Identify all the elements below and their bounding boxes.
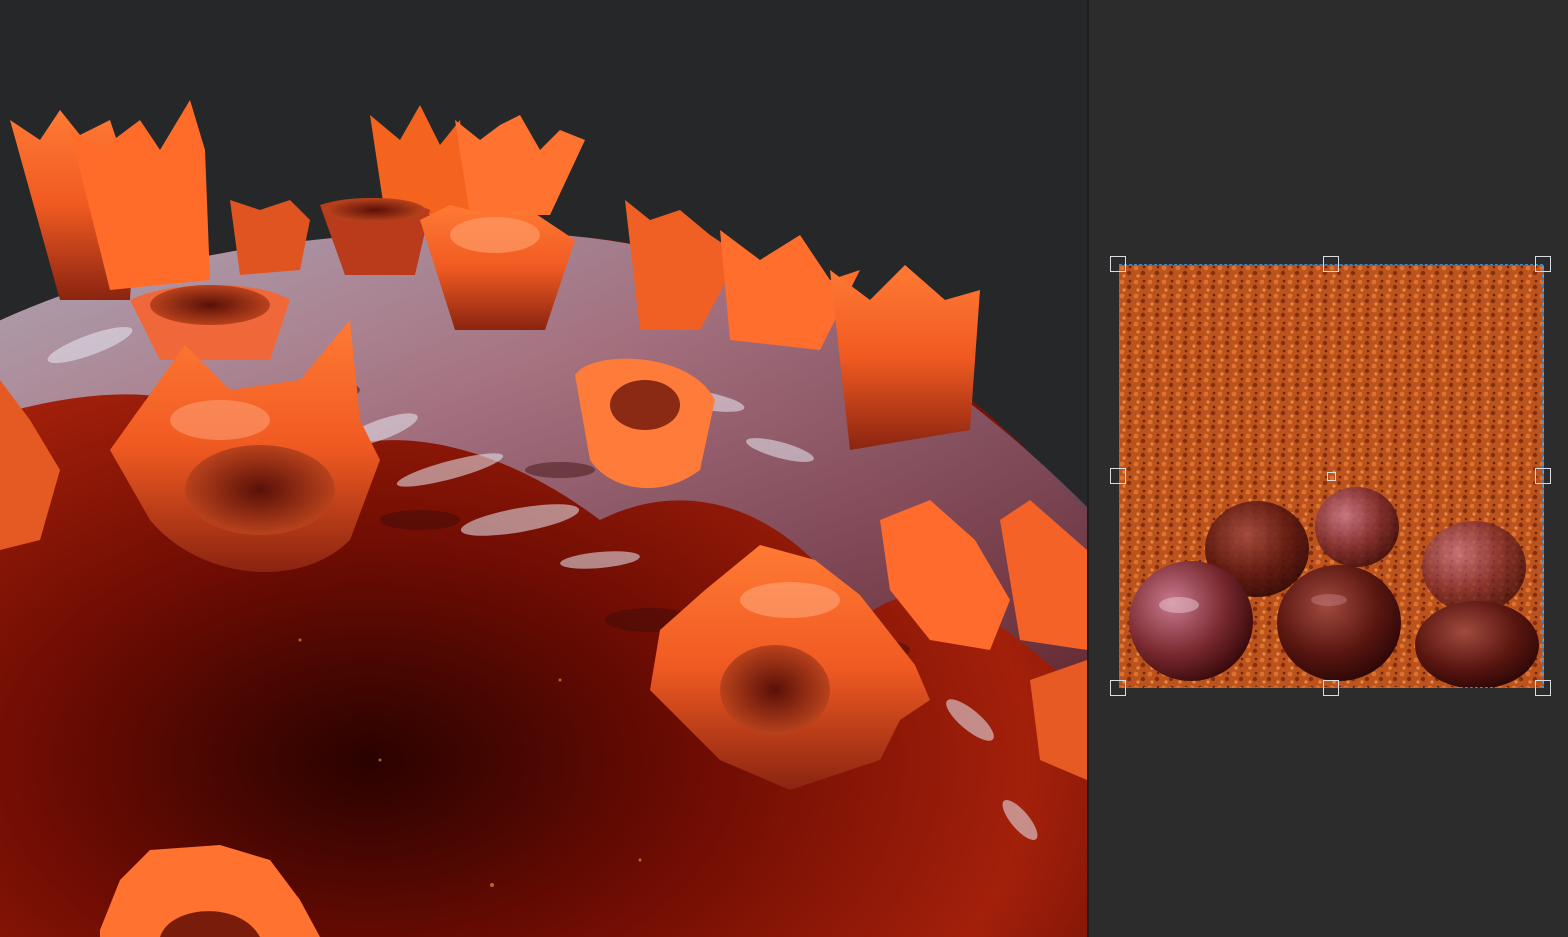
resize-handle-middle-left[interactable] — [1110, 468, 1126, 484]
resize-handle-top-center[interactable] — [1323, 256, 1339, 272]
resize-handle-middle-right[interactable] — [1535, 468, 1551, 484]
resize-handle-bottom-left[interactable] — [1110, 680, 1126, 696]
resize-handle-top-right[interactable] — [1535, 256, 1551, 272]
3d-viewport[interactable] — [0, 0, 1087, 937]
resize-handle-bottom-right[interactable] — [1535, 680, 1551, 696]
virus-render — [0, 100, 1087, 937]
pivot-handle[interactable] — [1327, 472, 1336, 481]
resize-handle-bottom-center[interactable] — [1323, 680, 1339, 696]
resize-handle-top-left[interactable] — [1110, 256, 1126, 272]
